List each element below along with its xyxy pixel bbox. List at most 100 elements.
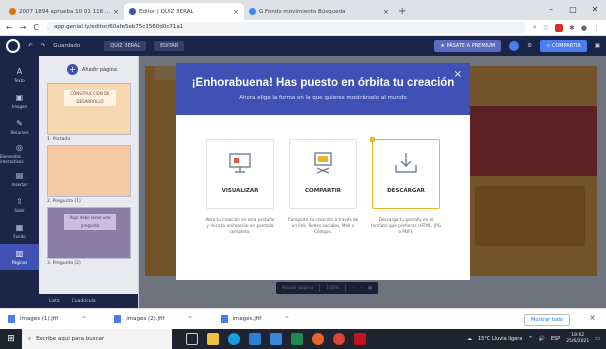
page-thumbnail[interactable] xyxy=(47,145,131,197)
publish-modal-header: ¡Enhorabuena! Has puesto en órbita tu cr… xyxy=(176,63,470,115)
download-item[interactable]: images.jfif ^ xyxy=(220,315,289,323)
notifications-icon[interactable]: ▭ xyxy=(595,336,600,342)
tab-label: Editor | QUIZ 3ERAL xyxy=(139,8,194,15)
acrobat-icon[interactable] xyxy=(354,333,366,345)
download-item[interactable]: images (1).jfif ^ xyxy=(8,315,86,323)
task-view-icon[interactable] xyxy=(186,333,198,345)
browser-tab-1[interactable]: 2007 1894 aprueba 10 01 118 ... × xyxy=(4,3,124,20)
menu-icon[interactable]: ⋮ xyxy=(593,24,600,32)
volume-icon[interactable]: 🔊 xyxy=(539,336,545,342)
option-label: COMPARTIR xyxy=(305,188,341,194)
taskbar-search[interactable]: ⌕ Escribe aquí para buscar xyxy=(22,329,172,349)
title-field[interactable]: QUIZ 3ERAL xyxy=(104,41,147,51)
option-visualize[interactable]: VISUALIZAR xyxy=(206,139,274,209)
settings-icon[interactable]: ⚙ xyxy=(527,43,532,49)
avatar[interactable] xyxy=(509,41,520,51)
page-thumbnail[interactable]: CONSTRUCCIÓN DE DESARROLLO xyxy=(47,83,131,135)
rail-item-background[interactable]: ▦ Fondo xyxy=(0,218,39,244)
browser-tab-3[interactable]: G Fondo movimiento Búsqueda × xyxy=(244,3,394,20)
tray-chevron-icon[interactable]: ^ xyxy=(528,336,532,342)
taskbar: ⊞ ⌕ Escribe aquí para buscar ☁ 15°C Lluv… xyxy=(0,329,606,349)
tab-label: G Fondo movimiento Búsqueda xyxy=(259,8,346,15)
language-indicator[interactable]: ESP xyxy=(551,336,560,342)
extension-icon[interactable] xyxy=(555,23,564,32)
option-download[interactable]: DESCARGAR xyxy=(370,137,440,209)
rail-item-image[interactable]: ▣ Imagen xyxy=(0,88,39,114)
chevron-up-icon[interactable]: ^ xyxy=(187,316,192,323)
rail-item-interactive[interactable]: ◎ Elementos interactivos xyxy=(0,140,39,166)
extensions: ⌕ ☆ ✱ ● ⋮ xyxy=(533,23,600,32)
close-icon[interactable]: × xyxy=(589,313,596,322)
rail-label: Recursos xyxy=(10,130,29,135)
forward-icon[interactable]: → xyxy=(20,23,27,32)
rail-item-insert[interactable]: ▤ Insertar xyxy=(0,166,39,192)
pages-icon: ▥ xyxy=(15,249,24,258)
weather-icon: ☁ xyxy=(466,336,472,342)
profile-icon[interactable]: ● xyxy=(581,24,587,32)
share-button[interactable]: < COMPARTIR xyxy=(540,40,587,52)
reload-icon[interactable]: C xyxy=(33,23,39,32)
preview-icon[interactable]: ▣ xyxy=(595,43,600,49)
list-view-button[interactable]: Lista xyxy=(49,299,60,304)
edge-icon[interactable] xyxy=(228,333,240,345)
firefox-icon[interactable] xyxy=(312,333,324,345)
close-icon[interactable]: × xyxy=(113,8,119,16)
option-description: Descarga tu genially en el formato que p… xyxy=(371,217,441,234)
download-filename: images (1).jfif xyxy=(20,316,59,322)
option-description: Abre tu creación en otra pestaña y mira … xyxy=(205,217,275,234)
rail-label: Subir xyxy=(14,208,25,213)
rail-label: Insertar xyxy=(11,182,28,187)
rail-item-text[interactable]: A Texto xyxy=(0,62,39,88)
thumb-title: Aquí debe tener una pregunta xyxy=(64,214,116,230)
rail-label: Fondo xyxy=(13,234,26,239)
rail-item-upload[interactable]: ⇪ Subir xyxy=(0,192,39,218)
redo-icon[interactable]: ↷ xyxy=(41,43,46,49)
option-share[interactable]: COMPARTIR xyxy=(289,139,357,209)
rail-item-pages[interactable]: ▥ Páginas xyxy=(0,244,39,270)
tab-label: 2007 1894 aprueba 10 01 118 ... xyxy=(19,8,111,15)
store-icon[interactable] xyxy=(249,333,261,345)
back-icon[interactable]: ← xyxy=(6,23,13,32)
undo-icon[interactable]: ↶ xyxy=(28,43,33,49)
close-icon[interactable]: × xyxy=(233,8,239,16)
minimize-button[interactable]: – xyxy=(540,0,562,20)
url-input[interactable]: app.genial.ly/editor/60afe5eb75c1560d0c7… xyxy=(46,22,526,33)
grid-view-button[interactable]: Cuadrícula xyxy=(72,299,96,304)
puzzle-icon[interactable]: ✱ xyxy=(569,24,575,32)
weather-text[interactable]: 15°C Lluvia ligera xyxy=(478,336,522,342)
new-tab-button[interactable]: + xyxy=(398,3,406,20)
close-icon[interactable]: × xyxy=(383,8,389,16)
page-thumbnail[interactable]: Aquí debe tener una pregunta xyxy=(47,207,131,259)
maximize-button[interactable]: □ xyxy=(562,0,584,20)
file-explorer-icon[interactable] xyxy=(207,333,219,345)
tool-rail: A Texto ▣ Imagen ✎ Recursos ◎ Elementos … xyxy=(0,56,39,318)
windows-start-icon[interactable]: ⊞ xyxy=(0,329,22,349)
add-page-button[interactable]: + Añadir página xyxy=(39,56,138,81)
browser-tab-2[interactable]: Editor | QUIZ 3ERAL × xyxy=(124,3,244,20)
rail-item-resources[interactable]: ✎ Recursos xyxy=(0,114,39,140)
option-description: Comparte tu creación a través de un link… xyxy=(287,217,359,234)
search-icon: ⌕ xyxy=(28,335,32,342)
download-item[interactable]: images (2).jfif ^ xyxy=(114,315,193,323)
image-icon: ▣ xyxy=(15,93,24,102)
clock[interactable]: 18:02 25/6/2021 xyxy=(566,333,589,345)
rail-label: Elementos interactivos xyxy=(0,153,24,164)
close-icon[interactable]: × xyxy=(454,69,462,80)
close-window-button[interactable]: ✕ xyxy=(584,0,606,20)
chevron-up-icon[interactable]: ^ xyxy=(81,316,86,323)
genially-logo-icon[interactable] xyxy=(6,39,20,53)
zoom-icon[interactable]: ⌕ xyxy=(533,23,537,32)
premium-button[interactable]: ★ PÁSATE A PREMIUM xyxy=(434,40,502,52)
excel-icon[interactable] xyxy=(291,333,303,345)
show-all-button[interactable]: Mostrar todo xyxy=(524,314,570,326)
interactive-icon: ◎ xyxy=(16,142,23,152)
chevron-up-icon[interactable]: ^ xyxy=(284,316,289,323)
window-controls: – □ ✕ xyxy=(540,0,606,20)
browser-tab-bar: 2007 1894 aprueba 10 01 118 ... × Editor… xyxy=(0,0,606,20)
chrome-icon[interactable] xyxy=(333,333,345,345)
mail-icon[interactable] xyxy=(270,333,282,345)
background-icon: ▦ xyxy=(15,223,24,232)
mode-chip[interactable]: EDITAR xyxy=(154,41,185,51)
rail-label: Páginas xyxy=(11,260,28,265)
star-icon[interactable]: ☆ xyxy=(543,24,549,32)
